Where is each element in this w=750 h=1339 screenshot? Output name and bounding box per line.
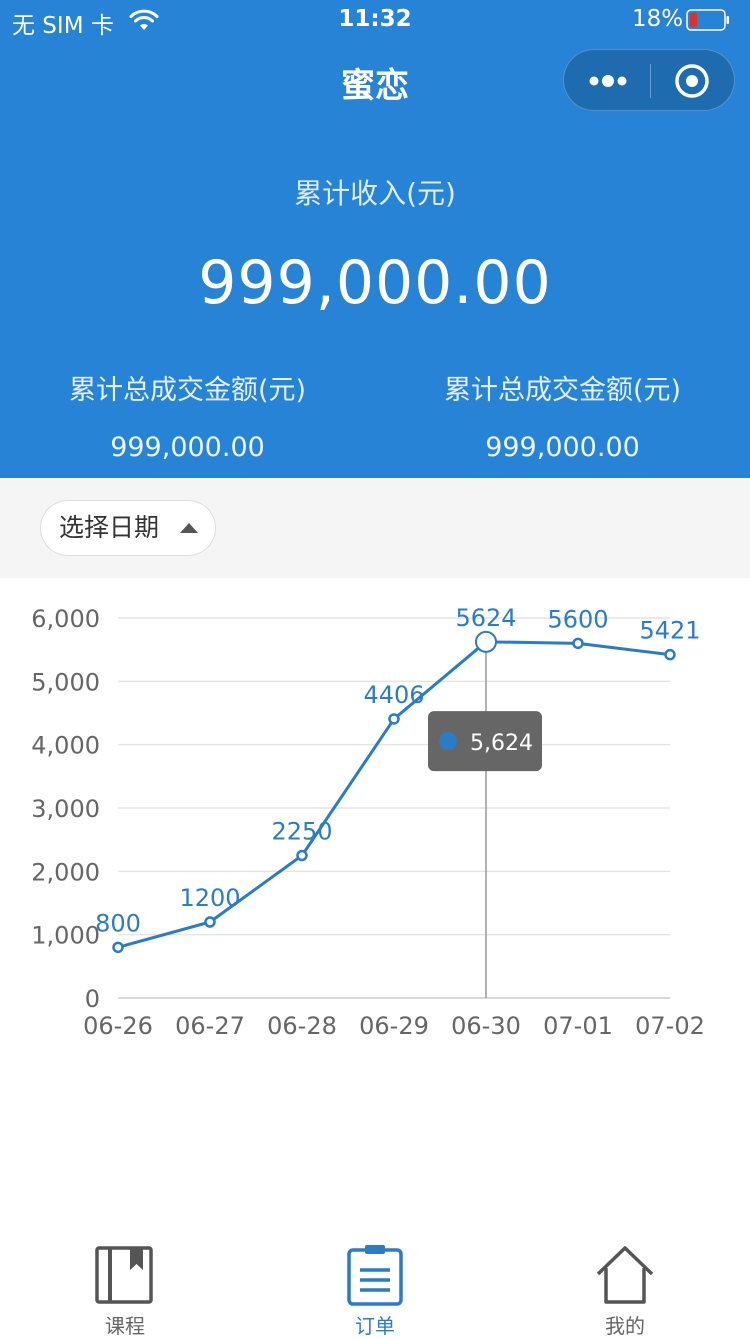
x-tick-label: 06-29 [359,1012,429,1040]
data-label: 1200 [179,884,240,912]
battery-icon [686,9,729,31]
filter-bar: 选择日期 [0,478,750,578]
home-icon [596,1246,654,1304]
tooltip-value: 5,624 [470,731,533,756]
header-area: 无 SIM 卡 11:32 18% 蜜恋 累计收入(元) 999,000.00 … [0,0,750,478]
data-point [112,941,124,954]
capsule-divider [650,64,651,98]
tab-courses[interactable]: 课程 [0,1234,250,1338]
data-label: 5421 [639,617,700,645]
data-point [664,648,676,661]
y-tick-label: 3,000 [31,795,100,823]
x-tick-label: 06-30 [451,1012,521,1040]
tab-label-mine: 我的 [605,1314,645,1338]
data-point [388,713,400,725]
data-point [296,849,308,862]
battery-percent: 18% [632,6,684,32]
stat-value-right: 999,000.00 [485,432,640,463]
x-tick-label: 06-26 [83,1012,153,1040]
data-label: 5600 [547,605,608,633]
income-value: 999,000.00 [198,248,552,318]
y-tick-label: 1,000 [31,922,100,950]
x-tick-label: 06-28 [267,1012,337,1040]
more-icon[interactable] [586,67,630,95]
tab-label-courses: 课程 [105,1314,145,1338]
x-tick-label: 07-02 [635,1012,705,1040]
select-date-label: 选择日期 [59,513,160,542]
x-tick-label: 06-27 [175,1012,245,1040]
menu-capsule[interactable] [563,49,735,111]
tab-bar: 课程 订单 我的 [0,1234,750,1338]
chart-svg: 0 1,000 2,000 3,000 4,000 5,000 6,000 06-26 06-2… [31,604,705,1040]
data-label: 5624 [455,604,516,632]
clipboard-icon [347,1245,403,1306]
y-tick-label: 0 [85,985,100,1013]
data-point [475,630,497,653]
y-tick-label: 4,000 [31,732,100,760]
book-icon [95,1246,153,1304]
close-target-icon[interactable] [673,62,711,100]
y-tick-label: 6,000 [31,605,100,633]
caret-up-icon [180,523,198,533]
y-tick-label: 5,000 [31,668,100,696]
line-chart[interactable]: 0 1,000 2,000 3,000 4,000 5,000 6,000 06-26 06-2… [0,578,750,1058]
tab-label-orders: 订单 [355,1314,395,1338]
y-tick-label: 2,000 [31,858,100,886]
select-date-button[interactable]: 选择日期 [40,500,216,556]
tooltip-marker [439,732,457,751]
data-point [204,916,216,928]
stat-label-left: 累计总成交金额(元) [68,375,307,406]
tab-orders[interactable]: 订单 [250,1234,500,1338]
data-label: 2250 [271,818,332,846]
status-bar: 无 SIM 卡 11:32 18% [0,0,750,40]
stat-value-left: 999,000.00 [110,432,265,463]
stat-label-right: 累计总成交金额(元) [443,375,682,406]
x-tick-label: 07-01 [543,1012,613,1040]
data-label: 800 [95,909,141,937]
tab-mine[interactable]: 我的 [500,1234,750,1338]
income-label: 累计收入(元) [294,177,456,210]
data-point [572,637,584,650]
data-label: 4406 [363,681,424,709]
